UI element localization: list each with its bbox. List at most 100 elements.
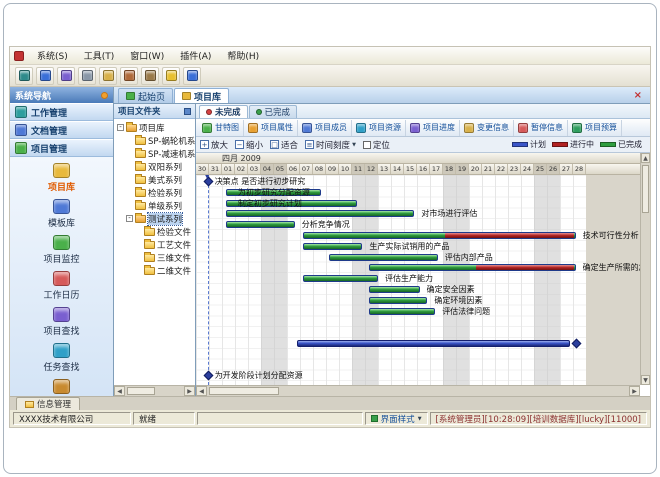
zoom-out-control[interactable]: −缩小	[235, 139, 263, 151]
gantt-bar[interactable]	[303, 243, 363, 250]
tree-node[interactable]: 检验系列	[114, 186, 195, 199]
gantt-bar[interactable]	[297, 340, 570, 347]
milestone-marker[interactable]	[203, 371, 213, 381]
tree-node[interactable]: -测试系列	[114, 212, 195, 225]
tree-node[interactable]: -项目库	[114, 121, 195, 134]
refresh-button[interactable]	[78, 67, 96, 85]
tree-hscrollbar[interactable]: ◀ ▶	[114, 385, 195, 396]
template-library-icon	[53, 199, 70, 214]
package-button[interactable]	[141, 67, 159, 85]
scroll-up-icon[interactable]: ▲	[641, 153, 650, 163]
toolbar-button-5[interactable]: 项目进度	[406, 120, 460, 136]
sidebar-group-2[interactable]: 文档管理	[10, 121, 113, 139]
toolbar-button-4[interactable]: 项目资源	[352, 120, 406, 136]
sidebar-item-7[interactable]: 项目文档查找	[34, 379, 88, 396]
tree-node[interactable]: SP-蜗轮机系列	[114, 134, 195, 147]
gantt-tools: +放大 −缩小 □适合 ≡时间刻度▼ 定位	[200, 139, 512, 151]
tree-node[interactable]: SP-减速机系列	[114, 147, 195, 160]
scroll-left-icon[interactable]: ◀	[114, 386, 125, 396]
scroll-right-icon[interactable]: ▶	[184, 386, 195, 396]
sidebar-item-4[interactable]: 工作日历	[43, 271, 79, 301]
scroll-left-icon[interactable]: ◀	[196, 386, 207, 396]
navigation-button[interactable]	[36, 67, 54, 85]
scroll-track[interactable]	[641, 163, 650, 375]
main-tabs: 起始页项目库	[118, 88, 630, 103]
tree-node[interactable]: 美式系列	[114, 173, 195, 186]
locate-checkbox-control[interactable]: 定位	[363, 139, 390, 151]
zoom-in-control[interactable]: +放大	[200, 139, 228, 151]
menu-item-4[interactable]: 插件(A)	[173, 47, 218, 64]
sidebar-item-2[interactable]: 模板库	[48, 199, 75, 229]
scroll-thumb[interactable]	[127, 387, 155, 395]
plugin-button[interactable]	[120, 67, 138, 85]
panel-options-icon[interactable]	[184, 108, 191, 115]
gantt-bar[interactable]	[303, 275, 378, 282]
toolbar-button-8[interactable]: 项目预算	[568, 120, 622, 136]
help-button[interactable]	[183, 67, 201, 85]
scroll-down-icon[interactable]: ▼	[641, 375, 650, 385]
gantt-bar[interactable]	[369, 264, 576, 271]
gantt-bar[interactable]	[226, 221, 295, 228]
tree-node[interactable]: 二维文件	[114, 264, 195, 277]
scroll-right-icon[interactable]: ▶	[629, 386, 640, 396]
tab-info-management[interactable]: 信息管理	[16, 397, 80, 410]
main-tab-2[interactable]: 项目库	[174, 88, 229, 103]
close-icon[interactable]: ×	[630, 90, 646, 103]
sidebar-item-5[interactable]: 项目查找	[43, 307, 79, 337]
ui-style-selector[interactable]: 界面样式 ▼	[365, 412, 428, 425]
status-tab-1[interactable]: 未完成	[199, 105, 248, 118]
fit-control[interactable]: □适合	[270, 139, 298, 151]
tree-node[interactable]: 双阳系列	[114, 160, 195, 173]
gantt-bar[interactable]	[369, 286, 420, 293]
toolbar-button-2[interactable]: 项目属性	[244, 120, 298, 136]
main-tab-1[interactable]: 起始页	[118, 88, 173, 103]
lock-button[interactable]	[162, 67, 180, 85]
gantt-bar[interactable]	[329, 254, 438, 261]
gantt-bar[interactable]	[369, 297, 428, 304]
gantt-task-label: 评估法律问题	[442, 307, 490, 316]
time-scale-control[interactable]: ≡时间刻度▼	[305, 139, 356, 151]
tree-node[interactable]: 工艺文件	[114, 238, 195, 251]
menu-item-2[interactable]: 工具(T)	[77, 47, 122, 64]
scroll-track[interactable]	[207, 386, 629, 396]
window-button[interactable]	[57, 67, 75, 85]
tree-expander-icon[interactable]: -	[117, 124, 124, 131]
refresh-icon	[82, 70, 93, 81]
sidebar-header: 系统导航	[10, 87, 113, 103]
scroll-thumb[interactable]	[642, 165, 649, 213]
milestone-marker[interactable]	[572, 339, 582, 349]
menu-item-1[interactable]: 系统(S)	[30, 47, 75, 64]
tree-node[interactable]: 三维文件	[114, 251, 195, 264]
toolbar-button-7[interactable]: 暂停信息	[514, 120, 568, 136]
toolbar-button-3[interactable]: 项目成员	[298, 120, 352, 136]
info-management-icon	[25, 401, 34, 408]
sidebar-item-1[interactable]: 项目库	[48, 163, 75, 193]
locate-checkbox[interactable]	[363, 141, 371, 149]
scroll-track[interactable]	[125, 386, 184, 396]
tree-node[interactable]: 单级系列	[114, 199, 195, 212]
gantt-bar[interactable]	[303, 232, 576, 239]
toolbar-button-6[interactable]: 变更信息	[460, 120, 514, 136]
tree-expander-icon[interactable]: -	[126, 215, 133, 222]
toolbar-button-1[interactable]: 甘特图	[198, 120, 244, 136]
menu-item-3[interactable]: 窗口(W)	[123, 47, 171, 64]
scroll-thumb[interactable]	[209, 387, 279, 395]
tree-node[interactable]: 检验文件	[114, 225, 195, 238]
gantt-chart: ▼决策点 是否进行初步研究为初步研究分配资源制定初步研究计划对市场进行评估分析竞…	[196, 175, 640, 385]
gantt-hscrollbar[interactable]: ◀ ▶	[196, 385, 640, 396]
nav-options-icon[interactable]	[101, 92, 108, 99]
mail-button[interactable]	[99, 67, 117, 85]
menu-item-5[interactable]: 帮助(H)	[220, 47, 266, 64]
sidebar-group-3[interactable]: 项目管理	[10, 139, 113, 157]
status-tab-2[interactable]: 已完成	[249, 105, 298, 118]
sidebar-item-3[interactable]: 项目监控	[43, 235, 79, 265]
gantt-vscrollbar[interactable]: ▲ ▼	[640, 153, 650, 385]
toolbar-button-label: 变更信息	[477, 122, 509, 133]
day-header-cell: 03	[248, 164, 261, 174]
sidebar-item-6[interactable]: 任务查找	[43, 343, 79, 373]
system-button[interactable]	[15, 67, 33, 85]
sidebar-group-1[interactable]: 工作管理	[10, 103, 113, 121]
gantt-bar[interactable]	[226, 210, 415, 217]
gantt-bar[interactable]	[369, 308, 435, 315]
bottom-tab-label: 信息管理	[37, 398, 71, 410]
